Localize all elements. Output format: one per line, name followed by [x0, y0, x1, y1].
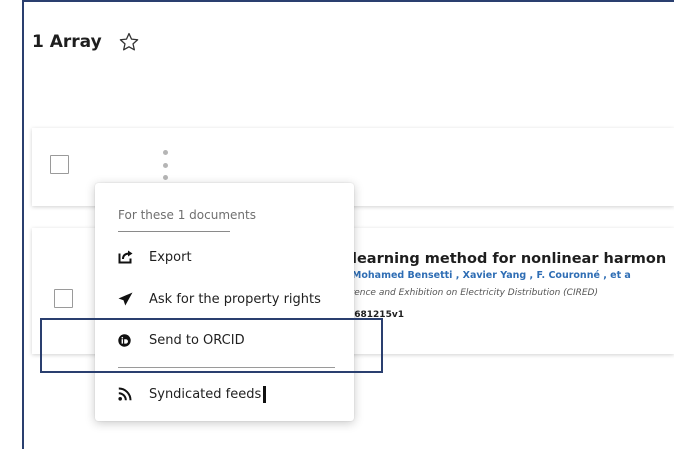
- menu-header: For these 1 documents: [118, 208, 256, 222]
- menu-header-divider: [118, 231, 230, 232]
- menu-item-label: Syndicated feeds: [149, 385, 267, 403]
- menu-item-property-rights[interactable]: Ask for the property rights: [118, 287, 321, 311]
- star-icon[interactable]: [118, 31, 140, 53]
- document-venue: erence and Exhibition on Electricity Dis…: [345, 288, 598, 298]
- rss-icon: [118, 386, 136, 402]
- menu-item-label: Export: [149, 249, 192, 265]
- document-title[interactable]: learning method for nonlinear harmon: [352, 251, 674, 267]
- page-title: 1 Array: [32, 32, 102, 52]
- actions-dropdown-menu: For these 1 documents Export Ask for the…: [95, 183, 354, 421]
- select-all-checkbox[interactable]: [50, 155, 69, 174]
- menu-item-send-to-orcid[interactable]: Send to ORCID: [118, 328, 245, 352]
- menu-divider: [118, 367, 335, 368]
- result-checkbox[interactable]: [54, 289, 73, 308]
- more-actions-icon[interactable]: [159, 150, 171, 180]
- page-header: 1 Array: [24, 12, 674, 72]
- send-icon: [118, 291, 136, 307]
- menu-item-label: Send to ORCID: [149, 332, 245, 348]
- orcid-icon: [118, 332, 136, 348]
- export-icon: [118, 249, 136, 265]
- document-authors[interactable]: , Mohamed Bensetti , Xavier Yang , F. Co…: [345, 270, 674, 281]
- text-cursor: [263, 385, 267, 403]
- menu-item-syndicated-feeds[interactable]: Syndicated feeds: [118, 382, 267, 406]
- menu-item-export[interactable]: Export: [118, 245, 192, 269]
- menu-item-label: Ask for the property rights: [149, 291, 321, 307]
- document-identifier[interactable]: 3681215v1: [348, 310, 404, 320]
